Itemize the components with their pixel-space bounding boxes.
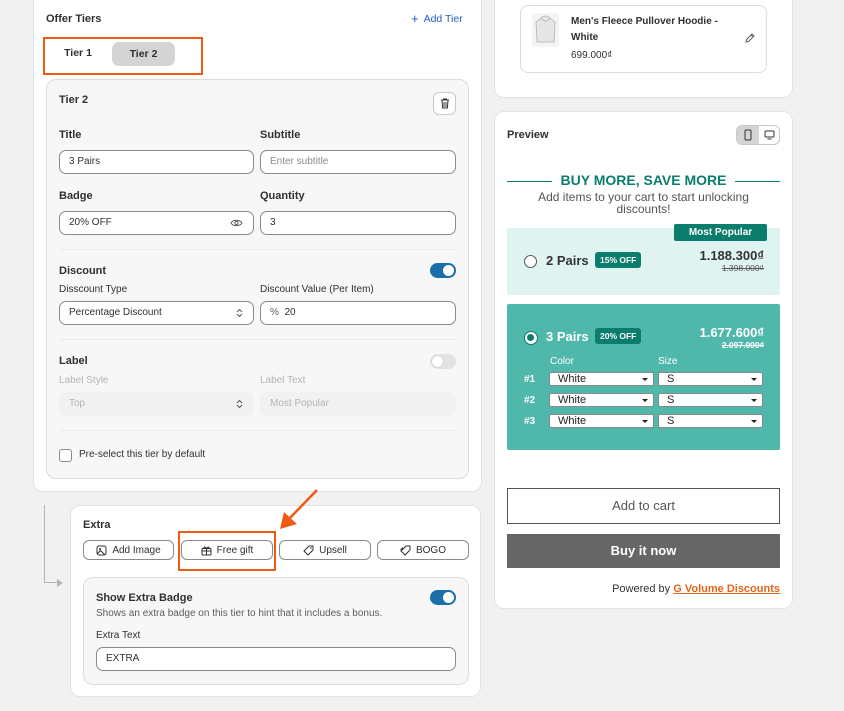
tier-1-price: 1.188.300₫ bbox=[699, 248, 764, 263]
free-gift-highlight-box bbox=[178, 531, 276, 571]
radio-dot bbox=[527, 334, 534, 341]
annotation-arrow-icon bbox=[280, 489, 318, 529]
headline-line-right bbox=[735, 181, 780, 182]
tier-2-radio[interactable] bbox=[524, 331, 538, 345]
add-to-cart-button[interactable]: Add to cart bbox=[507, 488, 780, 524]
preview-subline: Add items to your cart to start unlockin… bbox=[538, 190, 749, 216]
row-number: #3 bbox=[524, 416, 536, 427]
tier-1-radio[interactable] bbox=[524, 255, 537, 268]
tier-1-compare-price: 1.398.000₫ bbox=[721, 263, 764, 273]
extra-text-label: Extra Text bbox=[96, 630, 141, 641]
device-switcher bbox=[736, 125, 780, 145]
badge-label: Badge bbox=[59, 190, 93, 202]
discount-type-select[interactable]: Percentage Discount bbox=[59, 301, 254, 325]
subtitle-input[interactable]: Enter subtitle bbox=[260, 150, 456, 174]
extra-text-input[interactable]: EXTRA bbox=[96, 647, 456, 671]
tags-icon bbox=[400, 545, 411, 556]
mobile-view-button[interactable] bbox=[737, 126, 759, 144]
size-select[interactable]: S bbox=[658, 372, 763, 386]
most-popular-ribbon: Most Popular bbox=[674, 224, 767, 241]
tier-2-price: 1.677.600₫ bbox=[699, 325, 764, 340]
tier-2-badge: 20% OFF bbox=[595, 328, 642, 344]
tier-1-badge: 15% OFF bbox=[595, 252, 642, 268]
label-style-label: Label Style bbox=[59, 375, 109, 386]
percent-prefix: % bbox=[270, 307, 279, 318]
bogo-button[interactable]: BOGO bbox=[377, 540, 469, 560]
divider bbox=[59, 339, 456, 340]
product-price: 699.000₫ bbox=[571, 50, 613, 61]
label-heading: Label bbox=[59, 355, 88, 367]
product-name: Men's Fleece Pullover Hoodie - White bbox=[571, 16, 718, 43]
discount-value-label: Discount Value (Per Item) bbox=[260, 284, 374, 295]
divider bbox=[59, 249, 456, 250]
delete-tier-button[interactable] bbox=[433, 92, 456, 115]
discount-value-input[interactable]: % 20 bbox=[260, 301, 456, 325]
color-select[interactable]: White bbox=[549, 414, 654, 428]
mobile-icon bbox=[744, 129, 752, 141]
label-text-input: Most Popular bbox=[260, 392, 456, 416]
desktop-view-button[interactable] bbox=[759, 126, 780, 144]
arrow-head-icon bbox=[57, 579, 63, 587]
product-thumbnail bbox=[532, 13, 559, 47]
tier-1-title: 2 Pairs bbox=[546, 253, 589, 268]
size-select[interactable]: S bbox=[658, 393, 763, 407]
color-select[interactable]: White bbox=[549, 393, 654, 407]
add-image-button[interactable]: Add Image bbox=[83, 540, 174, 560]
discount-type-label: Disscount Type bbox=[59, 284, 128, 295]
eye-icon[interactable] bbox=[230, 218, 243, 228]
buy-it-now-button[interactable]: Buy it now bbox=[507, 534, 780, 568]
tier-2-title: 3 Pairs bbox=[546, 329, 589, 344]
powered-by: Powered by G Volume Discounts bbox=[612, 583, 780, 595]
preselect-checkbox[interactable] bbox=[59, 449, 72, 462]
color-column-label: Color bbox=[550, 356, 574, 367]
title-input[interactable]: 3 Pairs bbox=[59, 150, 254, 174]
show-badge-title: Show Extra Badge bbox=[96, 592, 193, 604]
upsell-button[interactable]: Upsell bbox=[279, 540, 371, 560]
preselect-label: Pre-select this tier by default bbox=[79, 449, 206, 460]
trash-icon bbox=[440, 98, 449, 109]
tier-2-panel bbox=[46, 79, 469, 479]
row-number: #1 bbox=[524, 374, 536, 385]
plus-icon: + bbox=[411, 11, 419, 26]
badge-input[interactable]: 20% OFF bbox=[59, 211, 254, 235]
quantity-input[interactable]: 3 bbox=[260, 211, 456, 235]
add-tier-button[interactable]: + Add Tier bbox=[411, 11, 463, 26]
size-column-label: Size bbox=[658, 356, 678, 367]
hoodie-icon bbox=[535, 15, 556, 43]
edit-pencil-icon[interactable] bbox=[744, 33, 755, 44]
show-extra-badge-toggle[interactable] bbox=[430, 590, 456, 605]
discount-toggle[interactable] bbox=[430, 263, 456, 278]
tier-2-compare-price: 2.097.000₫ bbox=[721, 340, 764, 350]
tag-icon bbox=[303, 545, 314, 556]
brand-link[interactable]: G Volume Discounts bbox=[673, 583, 780, 595]
show-badge-description: Shows an extra badge on this tier to hin… bbox=[96, 608, 383, 619]
size-select[interactable]: S bbox=[658, 414, 763, 428]
label-toggle[interactable] bbox=[430, 354, 456, 369]
select-chevron-icon bbox=[236, 399, 243, 409]
image-icon bbox=[96, 545, 107, 555]
label-text-label: Label Text bbox=[260, 375, 306, 386]
tier-heading: Tier 2 bbox=[59, 94, 89, 106]
label-style-select: Top bbox=[59, 392, 254, 416]
desktop-icon bbox=[764, 130, 775, 140]
preview-title: Preview bbox=[507, 129, 549, 141]
discount-heading: Discount bbox=[59, 265, 107, 277]
subtitle-label: Subtitle bbox=[260, 129, 301, 141]
color-select[interactable]: White bbox=[549, 372, 654, 386]
tree-connector bbox=[44, 505, 58, 583]
offer-tiers-title: Offer Tiers bbox=[46, 13, 102, 25]
quantity-label: Quantity bbox=[260, 190, 305, 202]
row-number: #2 bbox=[524, 395, 536, 406]
tabs-highlight-box bbox=[43, 37, 203, 75]
extra-heading: Extra bbox=[83, 519, 111, 531]
select-chevron-icon bbox=[236, 308, 243, 318]
title-label: Title bbox=[59, 129, 82, 141]
divider bbox=[59, 430, 456, 431]
preview-headline: BUY MORE, SAVE MORE bbox=[560, 172, 727, 188]
